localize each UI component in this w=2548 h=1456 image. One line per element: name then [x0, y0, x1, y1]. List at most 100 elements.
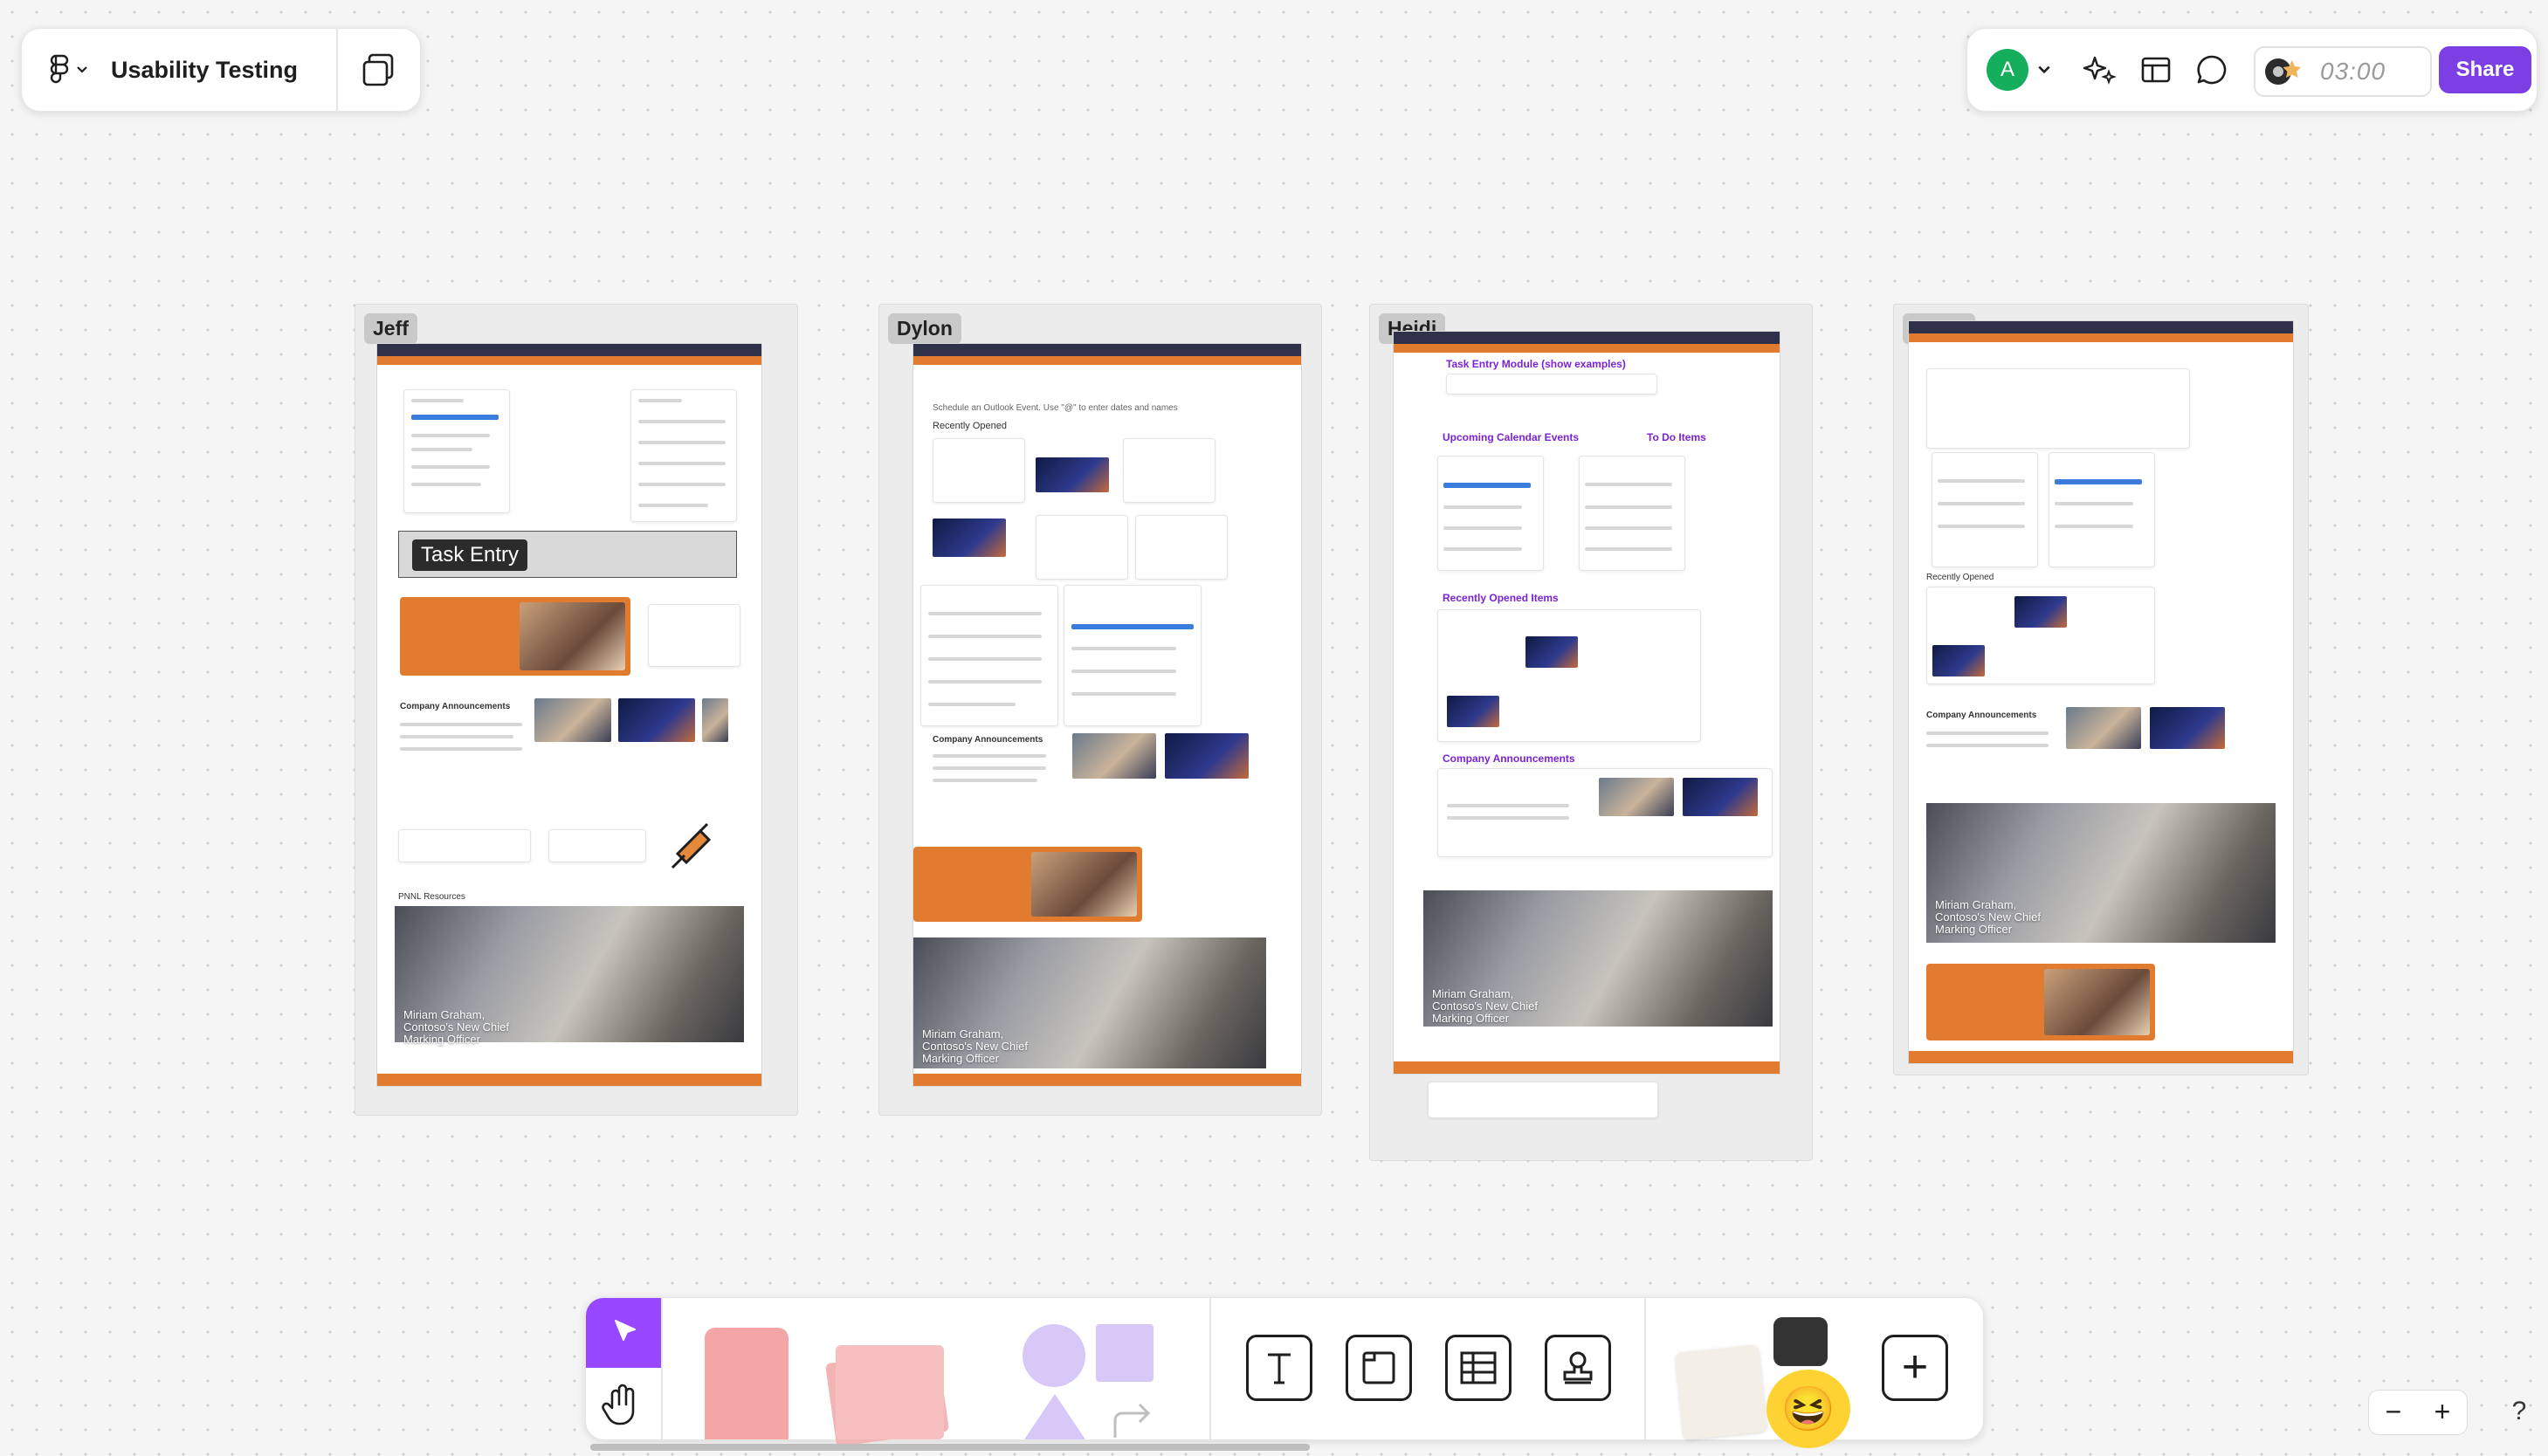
shapes-tool[interactable]: [1023, 1322, 1162, 1439]
hand-tool-button[interactable]: [586, 1368, 661, 1439]
announcement-image: [2150, 707, 2225, 749]
mock-orange-bar: [1909, 333, 2293, 342]
figma-logo-icon: [50, 54, 69, 84]
promo-card: [400, 597, 630, 676]
mock-orange-bar: [913, 356, 1301, 365]
zoom-out-button[interactable]: −: [2369, 1391, 2418, 1434]
chevron-down-icon[interactable]: [2037, 58, 2051, 81]
laughing-emoji-icon: 😆: [1766, 1370, 1850, 1448]
ai-sparkle-icon[interactable]: [2083, 52, 2118, 87]
stamp-icon: [1563, 1351, 1593, 1384]
frame-label[interactable]: Dylon: [888, 313, 961, 344]
recently-opened-heading: Recently Opened Items: [1443, 592, 1559, 604]
hero-caption: Miriam Graham, Contoso's New Chief Marki…: [1935, 898, 2041, 936]
mock-app-links: [398, 829, 531, 862]
timer-value: 03:00: [2320, 58, 2386, 85]
announcement-image: [1165, 733, 1249, 779]
main-menu-button[interactable]: [48, 54, 88, 86]
mock-todo-card: [920, 585, 1058, 726]
mock-thumbnail-card: [648, 604, 740, 667]
mock-footer: [377, 1074, 761, 1086]
mock-todo-card: [1932, 452, 2038, 567]
announcements-heading: Company Announcements: [1926, 711, 2037, 720]
calendar-heading: Upcoming Calendar Events: [1443, 431, 1580, 443]
section-icon: [1362, 1351, 1395, 1384]
text-icon: [1268, 1353, 1291, 1384]
top-right-toolbar: A 03:00 Share: [1966, 28, 2538, 112]
recent-file-card[interactable]: [933, 438, 1025, 503]
plus-icon: +: [1901, 1342, 1929, 1392]
sticky-stack-tool[interactable]: [820, 1336, 950, 1447]
mock-calendar-card: [1437, 456, 1544, 571]
mock-nav-bar: [1394, 332, 1780, 344]
announcements-heading: Company Announcements: [400, 702, 511, 711]
mock-orange-bar: [377, 356, 761, 365]
mock-footer: [913, 1074, 1301, 1086]
schedule-input[interactable]: Schedule an Outlook Event. Use "@" to en…: [933, 403, 1291, 413]
table-icon: [1460, 1351, 1497, 1384]
frame-dylon[interactable]: Dylon Schedule an Outlook Event. Use "@"…: [878, 304, 1322, 1116]
screen-mockup: Schedule an Outlook Event. Use "@" to en…: [912, 343, 1302, 1087]
recent-file-thumbnail[interactable]: [1036, 457, 1109, 492]
widgets-tool[interactable]: 😆: [1675, 1317, 1859, 1448]
mock-announcements: [1437, 768, 1773, 857]
more-tools-button[interactable]: +: [1882, 1335, 1948, 1401]
mock-nav-bar: [913, 344, 1301, 356]
file-panel: Usability Testing: [21, 28, 421, 112]
comment-icon[interactable]: [2194, 52, 2229, 87]
avatar[interactable]: A: [1987, 49, 2028, 91]
resources-heading: PNNL Resources: [398, 892, 465, 902]
table-tool-button[interactable]: [1445, 1335, 1512, 1401]
mock-calendar-card: [1064, 585, 1202, 726]
hero-caption: Miriam Graham, Contoso's New Chief Marki…: [403, 1008, 509, 1046]
hero-caption: Miriam Graham, Contoso's New Chief Marki…: [1432, 987, 1538, 1025]
mock-quick-links: [548, 829, 646, 862]
mock-calendar-card: [2049, 452, 2155, 567]
horizontal-scrollbar[interactable]: [590, 1444, 1310, 1451]
section-tool-button[interactable]: [1346, 1335, 1412, 1401]
divider: [336, 29, 338, 111]
frame-jeff[interactable]: Jeff Task Entry Company Announcements PN…: [355, 304, 798, 1116]
recent-file-card[interactable]: [1036, 515, 1128, 580]
screen-mockup: Recently Opened Company Announcements Mi…: [1908, 320, 2294, 1064]
recent-file-card[interactable]: [1135, 515, 1228, 580]
zoom-in-button[interactable]: +: [2418, 1391, 2467, 1434]
mock-app-links: [1428, 1082, 1658, 1118]
recent-file-card[interactable]: [1123, 438, 1215, 503]
layout-icon[interactable]: [2138, 52, 2173, 87]
mock-footer: [1394, 1061, 1780, 1074]
creation-toolbar: 😆 +: [585, 1297, 1984, 1448]
recently-opened-heading: Recently Opened: [933, 421, 1007, 431]
frame-kevin[interactable]: Kevin Recently Opened Company Announceme…: [1893, 304, 2309, 1075]
mock-task-input: [1446, 374, 1657, 395]
move-tool-button[interactable]: [586, 1298, 661, 1368]
text-tool-button[interactable]: [1246, 1335, 1312, 1401]
cursor-icon: [615, 1320, 636, 1341]
mock-todo-card: [1579, 456, 1685, 571]
task-entry-label: Task Entry: [412, 539, 528, 571]
zoom-controls: − +: [2368, 1390, 2468, 1435]
pages-icon[interactable]: [361, 52, 397, 88]
recently-opened-heading: Recently Opened: [1926, 573, 1994, 582]
mock-recent-files: [1437, 609, 1701, 742]
timer[interactable]: 03:00: [2254, 46, 2432, 97]
mock-footer: [1909, 1051, 2293, 1063]
mock-calendar-card: [403, 389, 510, 513]
frame-label[interactable]: Jeff: [364, 313, 417, 344]
announcements-heading: Company Announcements: [1443, 752, 1575, 765]
recent-file-thumbnail[interactable]: [933, 519, 1006, 557]
mock-app-links: [1926, 368, 2190, 449]
hand-icon: [602, 1384, 635, 1425]
frame-heidi[interactable]: Heidi Task Entry Module (show examples) …: [1369, 304, 1813, 1161]
timer-music-icon: [2265, 58, 2301, 85]
mock-recent-files: [1926, 587, 2155, 684]
divider: [1644, 1298, 1646, 1439]
mock-nav-bar: [1909, 321, 2293, 333]
file-title[interactable]: Usability Testing: [111, 57, 298, 84]
todo-heading: To Do Items: [1647, 431, 1706, 443]
stamp-tool-button[interactable]: [1545, 1335, 1611, 1401]
share-button[interactable]: Share: [2439, 46, 2531, 93]
sticky-note-tool[interactable]: [705, 1328, 789, 1439]
task-entry-module-heading: Task Entry Module (show examples): [1446, 358, 1626, 370]
help-button[interactable]: ?: [2499, 1391, 2539, 1432]
